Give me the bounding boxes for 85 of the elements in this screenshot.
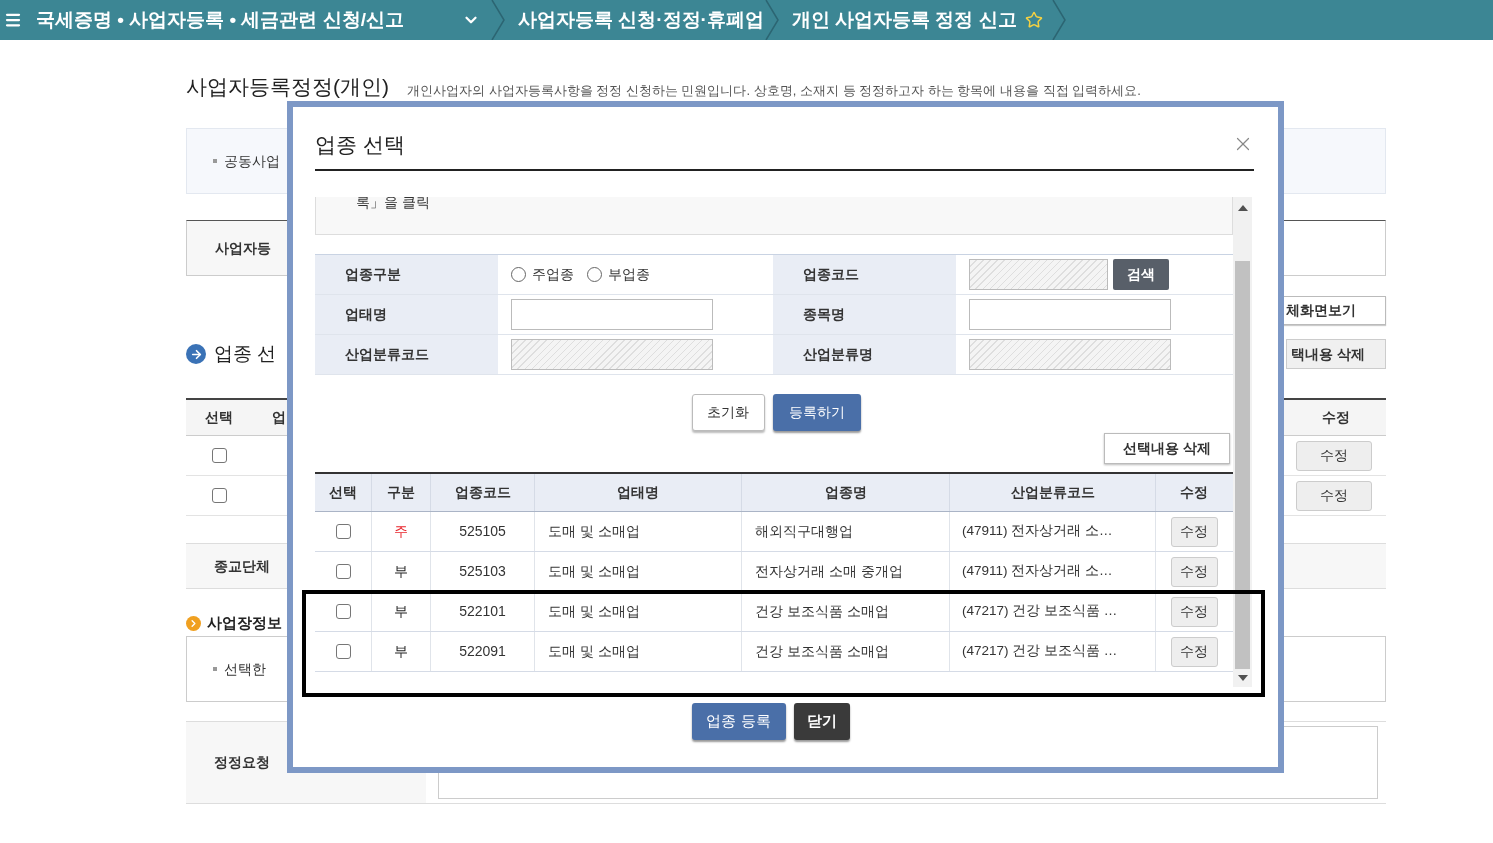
form-label: 업종구분 <box>345 265 401 284</box>
table-cell-text: 주 <box>394 522 408 541</box>
table-cell-text: (47217) 건강 보조식품 … <box>962 602 1118 621</box>
edit-button[interactable]: 수정 <box>1296 480 1372 511</box>
close-button[interactable]: 닫기 <box>793 703 850 740</box>
breadcrumb-separator-icon <box>1050 0 1067 40</box>
form-label: 업태명 <box>345 305 387 324</box>
radio-label: 주업종 <box>532 265 574 284</box>
checkbox[interactable] <box>211 448 227 463</box>
table-cell-text: 도매 및 소매업 <box>548 602 640 621</box>
breadcrumb-link[interactable]: 국세증명 • 사업자등록 • 세금관련 신청/신고 <box>36 5 490 35</box>
table-cell-text: 도매 및 소매업 <box>548 522 640 541</box>
form-label: 산업분류명 <box>803 345 873 364</box>
form-label: 종목명 <box>803 305 845 324</box>
table-cell-text: 부 <box>394 562 408 581</box>
row-label: 종교단체 <box>214 556 270 576</box>
table-cell-text: 525105 <box>459 522 506 541</box>
page-title: 사업자등록정정(개인) <box>186 76 389 97</box>
edit-button[interactable]: 수정 <box>1170 596 1218 627</box>
table-cell-text: (47911) 전자상거래 소… <box>962 562 1113 581</box>
table-cell-text: 522091 <box>459 642 506 661</box>
table-cell-text: 도매 및 소매업 <box>548 562 640 581</box>
modal-title: 업종 선택 <box>315 132 405 159</box>
breadcrumb-separator-icon <box>490 0 506 40</box>
delete-selected-button[interactable]: 선택내용 삭제 <box>1104 433 1230 464</box>
edit-button[interactable]: 수정 <box>1296 440 1372 471</box>
edit-button[interactable]: 수정 <box>1170 556 1218 587</box>
breadcrumb-separator-icon <box>763 0 780 40</box>
scroll-down-icon[interactable] <box>1237 675 1248 681</box>
column-header: 업종명 <box>824 483 867 502</box>
add-button[interactable]: 등록하기 <box>772 394 861 431</box>
column-header: 선택 <box>204 408 234 427</box>
table-cell-text: (47217) 건강 보조식품 … <box>962 642 1118 661</box>
edit-button[interactable]: 수정 <box>1170 516 1218 547</box>
column-header: 수정 <box>1321 408 1351 427</box>
column-header: 선택 <box>329 483 357 502</box>
scrollbar[interactable] <box>1233 197 1252 687</box>
reset-button[interactable]: 초기화 <box>691 394 765 431</box>
column-header: 구분 <box>387 483 415 502</box>
table-cell-text: 525103 <box>459 562 506 581</box>
table-cell-text: 전자상거래 소매 중개업 <box>755 562 903 581</box>
column-header: 업태명 <box>617 483 659 502</box>
section-title: 사업장정보 <box>207 612 282 633</box>
table-cell-text: 건강 보조식품 소매업 <box>755 602 889 621</box>
column-header: 업종코드 <box>454 483 511 502</box>
scroll-up-icon[interactable] <box>1237 205 1248 211</box>
checkbox[interactable] <box>335 644 351 659</box>
row-label: 사업자등 <box>215 238 271 258</box>
table-cell-text: 부 <box>394 642 408 661</box>
form-label: 산업분류코드 <box>345 345 429 364</box>
section-title: 업종 선 <box>214 341 277 366</box>
table-cell-text: 도매 및 소매업 <box>548 642 640 661</box>
column-header: 산업분류코드 <box>1010 483 1095 502</box>
page-description: 개인사업자의 사업자등록사항을 정정 신청하는 민원입니다. 상호명, 소재지 등 정정하고자 하는 항목에 내용을 직접 입력하세요. <box>407 84 1141 97</box>
radio-label: 부업종 <box>608 265 650 284</box>
breadcrumb-link[interactable]: 개인 사업자등록 정정 신고 <box>791 5 1017 35</box>
checkbox[interactable] <box>335 564 351 579</box>
register-button[interactable]: 업종 등록 <box>691 703 786 740</box>
table-cell-text: (47911) 전자상거래 소… <box>962 522 1113 541</box>
edit-button[interactable]: 수정 <box>1170 636 1218 667</box>
checkbox[interactable] <box>335 524 351 539</box>
radio-button[interactable] <box>511 267 526 282</box>
input-field[interactable] <box>969 299 1171 330</box>
table-cell-text: 해외직구대행업 <box>755 522 853 541</box>
fullscreen-button[interactable]: 체화면보기 <box>1283 296 1386 325</box>
column-header: 업 <box>272 408 286 427</box>
checkbox[interactable] <box>211 488 227 503</box>
menu-icon[interactable] <box>4 11 22 29</box>
checkbox[interactable] <box>335 604 351 619</box>
delete-selected-button[interactable]: 택내용 삭제 <box>1286 339 1386 369</box>
table-cell-text: 522101 <box>459 602 506 621</box>
radio-button[interactable] <box>587 267 602 282</box>
row-label: 정정요청 <box>214 753 270 772</box>
input-field[interactable] <box>511 299 713 330</box>
info-text: 록」을 클릭 <box>356 197 430 212</box>
notice-text: 공동사업 <box>224 151 280 171</box>
notice-text: 선택한 <box>224 659 266 679</box>
table-cell-text: 부 <box>394 602 408 621</box>
breadcrumb-link[interactable]: 사업자등록 신청·정정·휴폐업 <box>518 5 764 35</box>
form-label: 업종코드 <box>803 265 859 284</box>
table-cell-text: 건강 보조식품 소매업 <box>755 642 889 661</box>
bullet-icon <box>213 159 217 163</box>
column-header: 수정 <box>1180 483 1208 502</box>
star-icon[interactable] <box>1024 11 1043 29</box>
bullet-icon <box>213 667 217 671</box>
